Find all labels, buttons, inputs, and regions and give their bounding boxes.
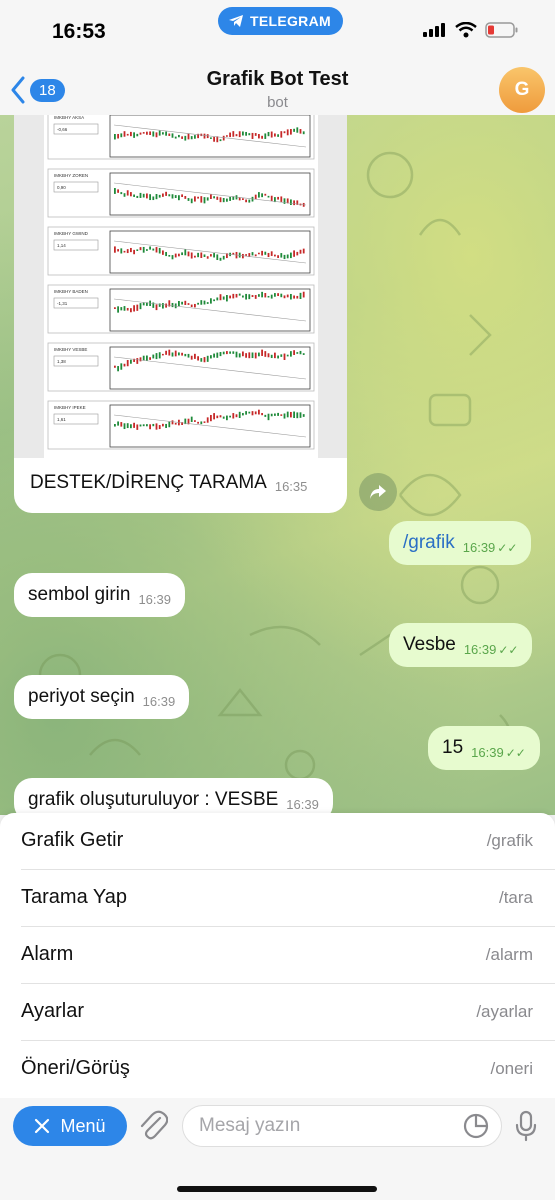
chart-panel-label: IMKBHY BADEN: [54, 289, 88, 294]
command-label: Öneri/Görüş: [21, 1057, 130, 1079]
chart-panel-value: 1,14: [57, 243, 66, 248]
chat-title[interactable]: Grafik Bot Test: [0, 68, 555, 91]
forward-icon: [370, 485, 386, 499]
chart-panel: IMKBHY IPEKE 1,61: [47, 400, 315, 450]
command-name: /oneri: [490, 1059, 533, 1078]
message-bubble-incoming[interactable]: periyot seçin 16:39: [14, 675, 190, 719]
message-text: periyot seçin: [28, 686, 135, 707]
photo-caption: DESTEK/DİRENÇ TARAMA 16:35: [30, 471, 308, 495]
telegram-icon: [229, 15, 243, 27]
message-bubble-incoming[interactable]: sembol girin 16:39: [14, 573, 185, 617]
stock-charts-thumbnail: IMKBHY AKSA -0,66 IMKBHY ZOREN 0,90 IMKBHY G…: [47, 115, 315, 450]
command-item-oneri[interactable]: Öneri/Görüş /oneri: [0, 1041, 555, 1098]
message-time: 16:39 ✓✓: [462, 539, 518, 555]
home-indicator: [177, 1186, 377, 1192]
chart-panel-value: -1,31: [57, 301, 68, 306]
command-name: /ayarlar: [476, 1002, 533, 1021]
chart-sheet: IMKBHY AKSA -0,66 IMKBHY ZOREN 0,90 IMKBHY G…: [44, 115, 318, 458]
message-bubble-outgoing[interactable]: /grafik 16:39 ✓✓: [389, 521, 532, 565]
chart-panel-label: IMKBHY AKSA: [54, 115, 84, 120]
photo-caption-text: DESTEK/DİRENÇ TARAMA: [30, 471, 267, 493]
message-text: grafik oluşuturuluyor : VESBE: [28, 789, 279, 810]
command-label: Grafik Getir: [21, 829, 124, 851]
bot-menu-label: Menü: [60, 1115, 106, 1136]
double-check-icon: ✓✓: [498, 642, 519, 657]
message-text[interactable]: /grafik: [403, 532, 455, 554]
message-text: 15: [442, 737, 464, 758]
telegram-pill-label: TELEGRAM: [250, 13, 331, 29]
chart-panel-value: 1,38: [57, 359, 66, 364]
message-input-bar: Menü: [0, 1098, 555, 1200]
chart-panel-label: IMKBHY IPEKE: [54, 405, 86, 410]
photo-message[interactable]: IMKBHY AKSA -0,66 IMKBHY ZOREN 0,90 IMKBHY G…: [14, 115, 347, 513]
chart-panel: IMKBHY BADEN -1,31: [47, 284, 315, 334]
status-bar: 16:53 TELEGRAM: [0, 0, 555, 60]
message-time: 16:39 ✓✓: [463, 641, 519, 657]
message-time: 16:35: [274, 479, 308, 494]
command-name: /alarm: [485, 945, 533, 964]
bot-menu-button[interactable]: Menü: [13, 1106, 127, 1146]
command-name: /grafik: [486, 831, 533, 850]
chart-scan-image[interactable]: IMKBHY AKSA -0,66 IMKBHY ZOREN 0,90 IMKBHY G…: [14, 115, 347, 458]
command-label: Tarama Yap: [21, 886, 127, 908]
command-item-ayarlar[interactable]: Ayarlar /ayarlar: [0, 984, 555, 1041]
chart-panel-label: IMKBHY VESBE: [54, 347, 87, 352]
forward-button[interactable]: [359, 473, 397, 511]
chat-subtitle: bot: [267, 94, 288, 111]
chart-panel-label: IMKBHY ZOREN: [54, 173, 88, 178]
system-icons: [423, 22, 519, 38]
command-item-grafik[interactable]: Grafik Getir /grafik: [0, 813, 555, 870]
status-time: 16:53: [52, 20, 106, 43]
message-bubble-incoming[interactable]: grafik oluşuturuluyor : VESBE 16:39: [14, 778, 333, 815]
message-text: sembol girin: [28, 584, 131, 605]
command-label: Alarm: [21, 943, 74, 965]
chart-panel: IMKBHY GWIND 1,14: [47, 226, 315, 276]
chart-panel-value: -0,66: [57, 127, 68, 132]
chart-panel: IMKBHY AKSA -0,66: [47, 115, 315, 160]
chart-panel: IMKBHY VESBE 1,38: [47, 342, 315, 392]
message-time: 16:39 ✓✓: [471, 744, 526, 760]
chart-panel-value: 1,61: [57, 417, 66, 422]
chart-panel: IMKBHY ZOREN 0,90: [47, 168, 315, 218]
chart-panel-value: 0,90: [57, 185, 66, 190]
double-check-icon: ✓✓: [497, 540, 518, 555]
message-time: 16:39: [138, 591, 171, 607]
message-list[interactable]: IMKBHY AKSA -0,66 IMKBHY ZOREN 0,90 IMKBHY G…: [0, 115, 555, 815]
chat-header: 18 Grafik Bot Test bot G: [0, 60, 555, 118]
bot-command-menu: Grafik Getir /grafik Tarama Yap /tara Al…: [0, 813, 555, 1098]
message-text: Vesbe: [403, 634, 456, 655]
telegram-pill[interactable]: TELEGRAM: [218, 7, 343, 35]
command-item-alarm[interactable]: Alarm /alarm: [0, 927, 555, 984]
message-time: 16:39: [286, 796, 319, 812]
message-bubble-outgoing[interactable]: Vesbe 16:39 ✓✓: [389, 623, 533, 667]
paperclip-icon[interactable]: [138, 1110, 168, 1142]
close-icon: [35, 1118, 50, 1134]
command-label: Ayarlar: [21, 1000, 84, 1022]
command-name: /tara: [498, 888, 533, 907]
sticker-icon[interactable]: [462, 1112, 490, 1140]
double-check-icon: ✓✓: [505, 745, 526, 760]
message-input[interactable]: [182, 1105, 502, 1147]
command-item-tara[interactable]: Tarama Yap /tara: [0, 870, 555, 927]
microphone-icon[interactable]: [514, 1110, 538, 1142]
battery-icon: [485, 22, 518, 38]
chart-panel-label: IMKBHY GWIND: [54, 231, 89, 236]
message-bubble-outgoing[interactable]: 15 16:39 ✓✓: [428, 726, 540, 770]
signal-icon: [423, 23, 445, 37]
message-time: 16:39: [142, 693, 176, 709]
wifi-icon: [455, 22, 477, 38]
avatar[interactable]: G: [499, 67, 545, 113]
